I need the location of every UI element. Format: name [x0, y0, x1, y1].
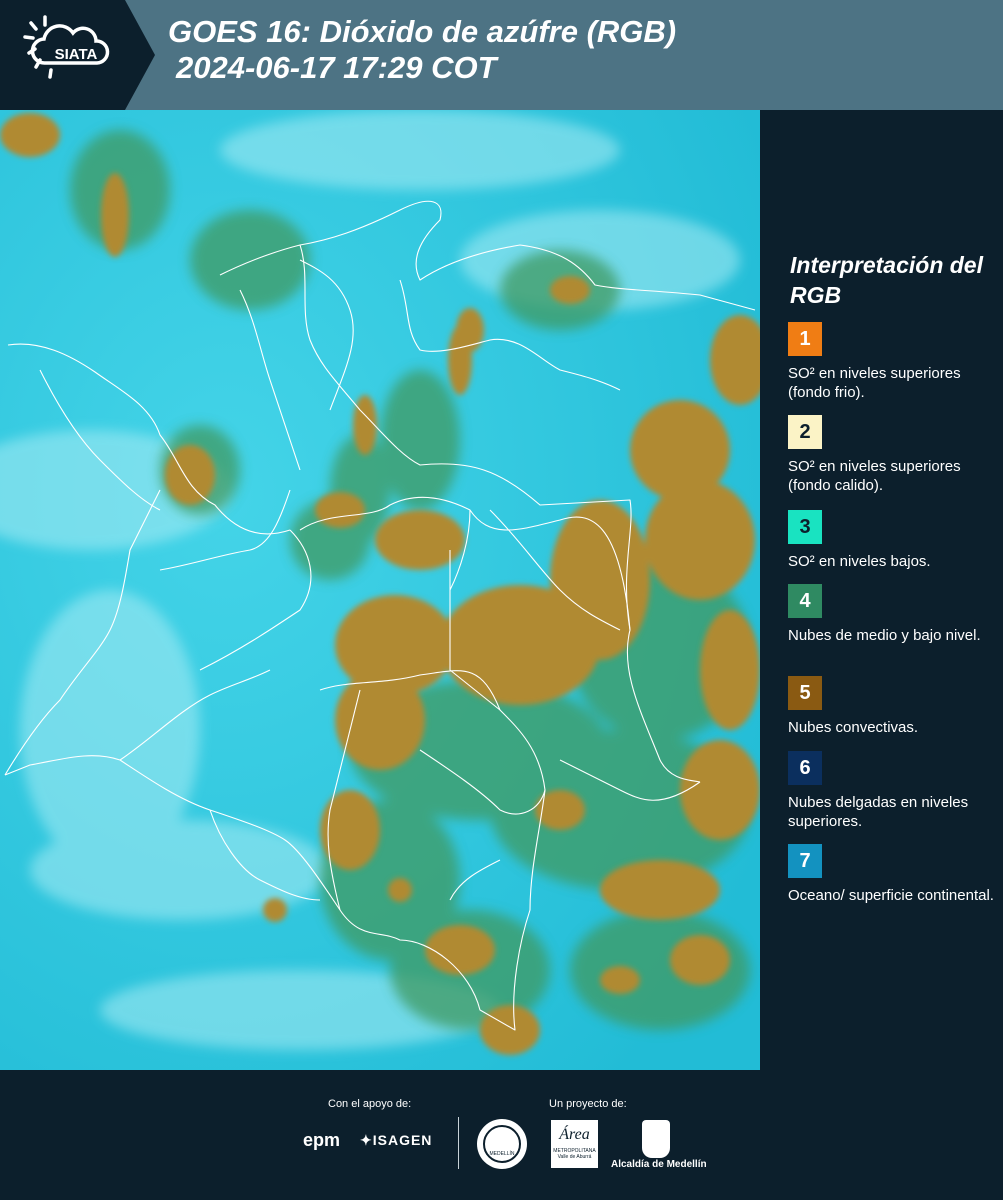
project-label: Un proyecto de:: [549, 1098, 627, 1110]
legend-panel: Interpretación del RGB 1 SO² en niveles …: [760, 110, 1003, 1070]
legend-item-3: 3 SO² en niveles bajos.: [788, 510, 998, 571]
alcaldia-shield-icon: [642, 1120, 670, 1158]
legend-swatch-5: 5: [788, 676, 822, 710]
header-bar: SIATA GOES 16: Dióxido de azúfre (RGB) 2…: [0, 0, 1003, 110]
map-title: GOES 16: Dióxido de azúfre (RGB) 2024-06…: [168, 14, 676, 86]
legend-text-3: SO² en niveles bajos.: [788, 553, 931, 570]
legend-swatch-3: 3: [788, 510, 822, 544]
legend-item-5: 5 Nubes convectivas.: [788, 676, 998, 737]
legend-text-1: SO² en niveles superiores (fondo frio).: [788, 365, 961, 401]
legend-text-4: Nubes de medio y bajo nivel.: [788, 627, 981, 644]
legend-item-6: 6 Nubes delgadas en niveles superiores.: [788, 751, 998, 831]
isagen-logo: ✦ISAGEN: [360, 1132, 433, 1148]
alcaldia-label: Alcaldía de Medellín: [611, 1159, 707, 1170]
title-line-2: 2024-06-17 17:29 COT: [176, 50, 497, 85]
title-line-1: GOES 16: Dióxido de azúfre (RGB): [168, 14, 677, 49]
legend-swatch-2: 2: [788, 415, 822, 449]
area-metropolitana-logo: Área METROPOLITANA Valle de Aburrá: [551, 1120, 598, 1168]
footer: Con el apoyo de: Un proyecto de: epm ✦IS…: [0, 1070, 1003, 1200]
legend-text-5: Nubes convectivas.: [788, 719, 919, 736]
svg-text:SIATA: SIATA: [55, 46, 98, 63]
legend-item-2: 2 SO² en niveles superiores (fondo calid…: [788, 415, 998, 495]
legend-swatch-1: 1: [788, 322, 822, 356]
legend-swatch-7: 7: [788, 844, 822, 878]
legend-item-7: 7 Oceano/ superficie continental.: [788, 844, 998, 905]
footer-separator: [458, 1117, 459, 1169]
legend-swatch-6: 6: [788, 751, 822, 785]
legend-title: Interpretación del RGB: [790, 252, 983, 308]
legend-text-2: SO² en niveles superiores (fondo calido)…: [788, 458, 961, 494]
legend-text-6: Nubes delgadas en niveles superiores.: [788, 794, 969, 830]
support-label: Con el apoyo de:: [328, 1098, 412, 1110]
legend-item-1: 1 SO² en niveles superiores (fondo frio)…: [788, 322, 998, 402]
isagen-mark-icon: ✦: [360, 1132, 373, 1148]
legend-item-4: 4 Nubes de medio y bajo nivel.: [788, 584, 998, 645]
epm-logo: epm: [303, 1130, 341, 1150]
satellite-map: [0, 110, 760, 1070]
legend-swatch-4: 4: [788, 584, 822, 618]
legend-text-7: Oceano/ superficie continental.: [788, 887, 994, 904]
siata-logo: SIATA: [0, 0, 155, 110]
medellin-seal-icon: MEDELLÍN: [477, 1119, 527, 1169]
